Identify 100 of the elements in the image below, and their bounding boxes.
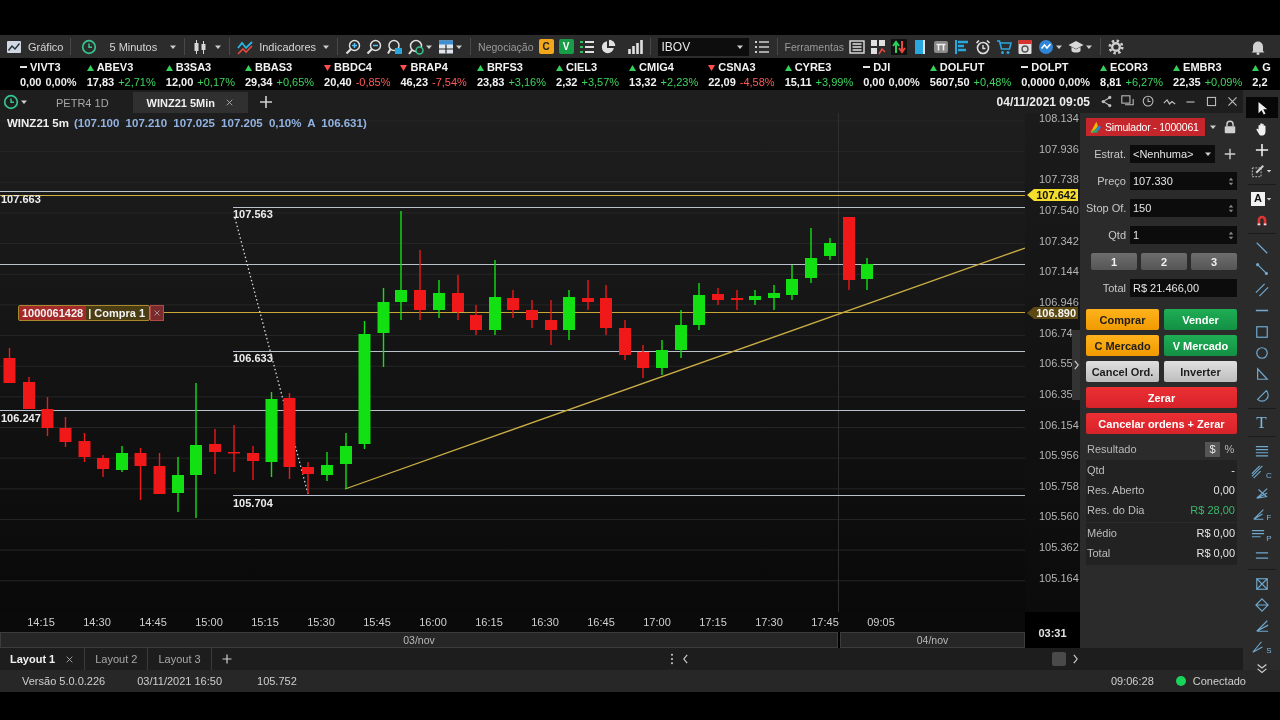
up-down-arrows-icon[interactable] bbox=[891, 38, 908, 55]
drawing-tool-button[interactable] bbox=[1245, 97, 1278, 118]
price-label: 106.35 bbox=[1039, 388, 1073, 399]
zoom-reset-icon[interactable] bbox=[408, 38, 425, 55]
order-shortcut-button[interactable]: C bbox=[538, 39, 554, 54]
add-tab-icon[interactable] bbox=[258, 93, 275, 110]
pie-chart-icon[interactable] bbox=[599, 38, 616, 55]
plus-icon[interactable] bbox=[1223, 147, 1237, 161]
ticker-symbol: G bbox=[1262, 61, 1271, 73]
ticker-symbol: CSNA3 bbox=[718, 61, 756, 73]
list-icon[interactable] bbox=[753, 38, 770, 55]
drawing-tool-button[interactable]: T bbox=[1245, 412, 1278, 433]
time-label: 17:30 bbox=[754, 616, 784, 628]
zoom-out-icon[interactable] bbox=[366, 38, 383, 55]
order-tag[interactable]: 1000061428 | Compra 1 bbox=[18, 305, 151, 321]
zoom-fit-icon[interactable] bbox=[387, 38, 404, 55]
buy-limit-button[interactable]: Comprar bbox=[1086, 309, 1159, 330]
settings-icon[interactable] bbox=[1108, 38, 1125, 55]
add-layout-icon[interactable] bbox=[220, 653, 233, 665]
quantity-preset-button[interactable]: 3 bbox=[1191, 253, 1237, 270]
time-label: 16:30 bbox=[530, 616, 560, 628]
strategy-dropdown[interactable]: <Nenhuma> bbox=[1130, 145, 1215, 163]
clock-icon bbox=[81, 38, 98, 55]
price-label: 107.342 bbox=[1039, 235, 1079, 246]
scroll-thumb[interactable] bbox=[1052, 652, 1066, 666]
timestamp-text: 03/11/2021 16:50 bbox=[137, 675, 222, 687]
grid-chart-icon[interactable] bbox=[870, 38, 887, 55]
windows-icon[interactable] bbox=[1121, 95, 1134, 108]
zero-position-button[interactable]: Zerar bbox=[1086, 387, 1237, 408]
cancel-and-zero-button[interactable]: Cancelar ordens + Zerar bbox=[1086, 413, 1237, 434]
time-label: 14:15 bbox=[26, 616, 56, 628]
result-label: Qtd bbox=[1087, 464, 1105, 476]
alarm-clock-icon[interactable] bbox=[975, 38, 992, 55]
quantity-preset-button[interactable]: 2 bbox=[1141, 253, 1187, 270]
graduation-cap-icon[interactable] bbox=[1068, 38, 1085, 55]
result-title: Resultado bbox=[1086, 443, 1137, 455]
time-label: 15:00 bbox=[194, 616, 224, 628]
news-icon[interactable] bbox=[849, 38, 866, 55]
unit-toggle[interactable]: % bbox=[1222, 441, 1237, 457]
bar-chart-icon[interactable] bbox=[626, 38, 643, 55]
close-icon bbox=[153, 309, 161, 317]
more-icon[interactable] bbox=[670, 653, 674, 665]
sell-market-button[interactable]: V Mercado bbox=[1164, 335, 1237, 356]
sell-limit-button[interactable]: Vender bbox=[1164, 309, 1237, 330]
price-label: 106.74 bbox=[1039, 327, 1073, 338]
layout-grid-icon[interactable] bbox=[438, 38, 455, 55]
interval-dropdown[interactable]: 5 Minutos bbox=[81, 36, 178, 57]
fan-icon bbox=[1251, 639, 1266, 654]
clock-icon[interactable] bbox=[3, 93, 19, 110]
drawing-tool-button[interactable]: S bbox=[1245, 636, 1278, 657]
ticker-price: 12,00 bbox=[165, 75, 194, 88]
drawing-tool-button[interactable]: P bbox=[1245, 524, 1278, 545]
drawing-tool-button[interactable]: C bbox=[1245, 461, 1278, 482]
text-style-icon[interactable] bbox=[933, 38, 950, 55]
cancel-orders-button[interactable]: Cancel Ord. bbox=[1086, 361, 1159, 382]
reverse-button[interactable]: Inverter bbox=[1164, 361, 1237, 382]
list-icon[interactable] bbox=[578, 38, 595, 55]
maximize-icon[interactable] bbox=[1205, 95, 1218, 108]
number-field[interactable]: 107.330 bbox=[1130, 172, 1237, 190]
ticker-symbol: ECOR3 bbox=[1110, 61, 1148, 73]
trend-icon[interactable] bbox=[1163, 98, 1176, 105]
share-icon[interactable] bbox=[1100, 95, 1113, 108]
unit-toggle[interactable]: $ bbox=[1205, 441, 1220, 457]
number-field[interactable]: 150 bbox=[1130, 199, 1237, 217]
close-icon[interactable] bbox=[225, 98, 235, 107]
indicators-dropdown[interactable]: Indicadores bbox=[237, 36, 331, 57]
hand-icon bbox=[1254, 121, 1269, 136]
horizontal-bars-icon[interactable] bbox=[954, 38, 971, 55]
lock-icon[interactable] bbox=[1223, 120, 1237, 134]
number-field[interactable]: 1 bbox=[1130, 226, 1237, 244]
chevron-left-icon[interactable] bbox=[682, 654, 689, 664]
collapse-panel-button[interactable] bbox=[1072, 330, 1080, 400]
chevron-right-icon[interactable] bbox=[1072, 654, 1079, 664]
close-icon[interactable] bbox=[65, 654, 75, 664]
close-icon[interactable] bbox=[1226, 95, 1239, 108]
zoom-in-icon[interactable] bbox=[345, 38, 362, 55]
cart-icon[interactable] bbox=[996, 38, 1013, 55]
time-label: 15:30 bbox=[306, 616, 336, 628]
chart-tab[interactable]: PETR4 1D bbox=[42, 92, 123, 113]
quantity-preset-button[interactable]: 1 bbox=[1091, 253, 1137, 270]
buy-market-button[interactable]: C Mercado bbox=[1086, 335, 1159, 356]
falling-candle bbox=[545, 299, 557, 346]
drawing-tool-button[interactable]: A bbox=[1245, 188, 1278, 209]
line-icon bbox=[1254, 240, 1269, 255]
symbol-dropdown[interactable]: IBOV bbox=[657, 37, 749, 56]
account-dropdown[interactable]: Simulador - 1000061 bbox=[1086, 118, 1220, 136]
lines-icon bbox=[1254, 443, 1269, 458]
order-shortcut-button[interactable]: V bbox=[558, 39, 574, 54]
clock-icon[interactable] bbox=[1142, 95, 1155, 108]
document-icon[interactable] bbox=[1017, 38, 1034, 55]
ticker-price: 5607,50 bbox=[929, 75, 970, 88]
chart-button[interactable]: Gráfico bbox=[6, 36, 64, 57]
minimize-icon[interactable] bbox=[1184, 100, 1197, 103]
ticker-price: 2,32 bbox=[556, 75, 578, 88]
ticker-change: +3,16% bbox=[508, 75, 547, 88]
chart-tab[interactable]: WINZ21 5Min bbox=[132, 92, 249, 113]
countdown-label: 03:31 bbox=[1037, 628, 1068, 641]
drawing-tool-button[interactable]: F bbox=[1245, 503, 1278, 524]
circle-chart-icon[interactable] bbox=[1038, 38, 1055, 55]
cancel-order-button[interactable] bbox=[150, 305, 164, 321]
